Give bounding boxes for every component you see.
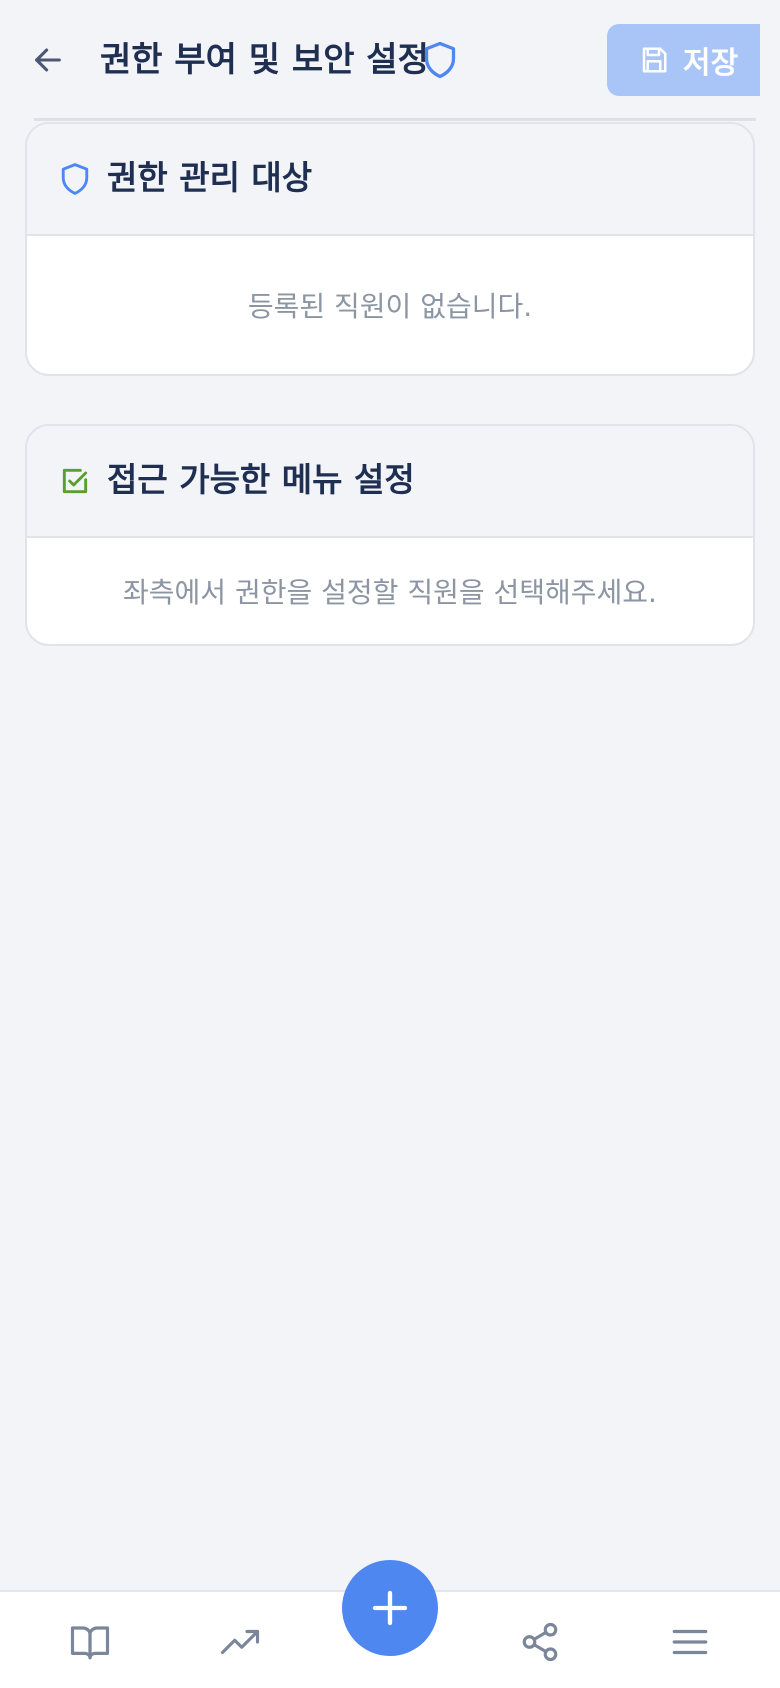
- book-icon: [70, 1626, 110, 1660]
- nav-book[interactable]: [62, 1614, 118, 1670]
- shield-icon: [424, 41, 456, 79]
- card-header: 접근 가능한 메뉴 설정: [27, 426, 753, 538]
- arrow-left-icon: [35, 48, 61, 72]
- save-button[interactable]: 저장: [607, 24, 760, 96]
- share-icon: [522, 1622, 558, 1662]
- permission-targets-card: 권한 관리 대상 등록된 직원이 없습니다.: [25, 122, 755, 376]
- page-title: 권한 부여 및 보안 설정: [100, 40, 429, 80]
- add-button[interactable]: [342, 1560, 438, 1656]
- menu-icon: [672, 1629, 708, 1655]
- menu-access-card: 접근 가능한 메뉴 설정 좌측에서 권한을 설정할 직원을 선택해주세요.: [25, 424, 755, 646]
- nav-menu[interactable]: [662, 1614, 718, 1670]
- save-button-label: 저장: [683, 46, 739, 81]
- header-divider: [34, 118, 756, 121]
- shield-icon: [61, 163, 89, 195]
- card-header: 권한 관리 대상: [27, 124, 753, 236]
- empty-state-text: 좌측에서 권한을 설정할 직원을 선택해주세요.: [123, 576, 657, 609]
- empty-state-text: 등록된 직원이 없습니다.: [247, 290, 533, 323]
- checkbox-icon: [62, 468, 88, 494]
- nav-share[interactable]: [512, 1614, 568, 1670]
- card-title: 권한 관리 대상: [107, 158, 313, 197]
- floppy-disk-icon: [642, 47, 667, 73]
- add-icon: [372, 1590, 408, 1626]
- nav-trending[interactable]: [212, 1614, 268, 1670]
- card-title: 접근 가능한 메뉴 설정: [107, 460, 415, 499]
- back-button[interactable]: [28, 38, 68, 82]
- page-header: 권한 부여 및 보안 설정 저장: [0, 0, 780, 121]
- trending-up-icon: [220, 1629, 260, 1655]
